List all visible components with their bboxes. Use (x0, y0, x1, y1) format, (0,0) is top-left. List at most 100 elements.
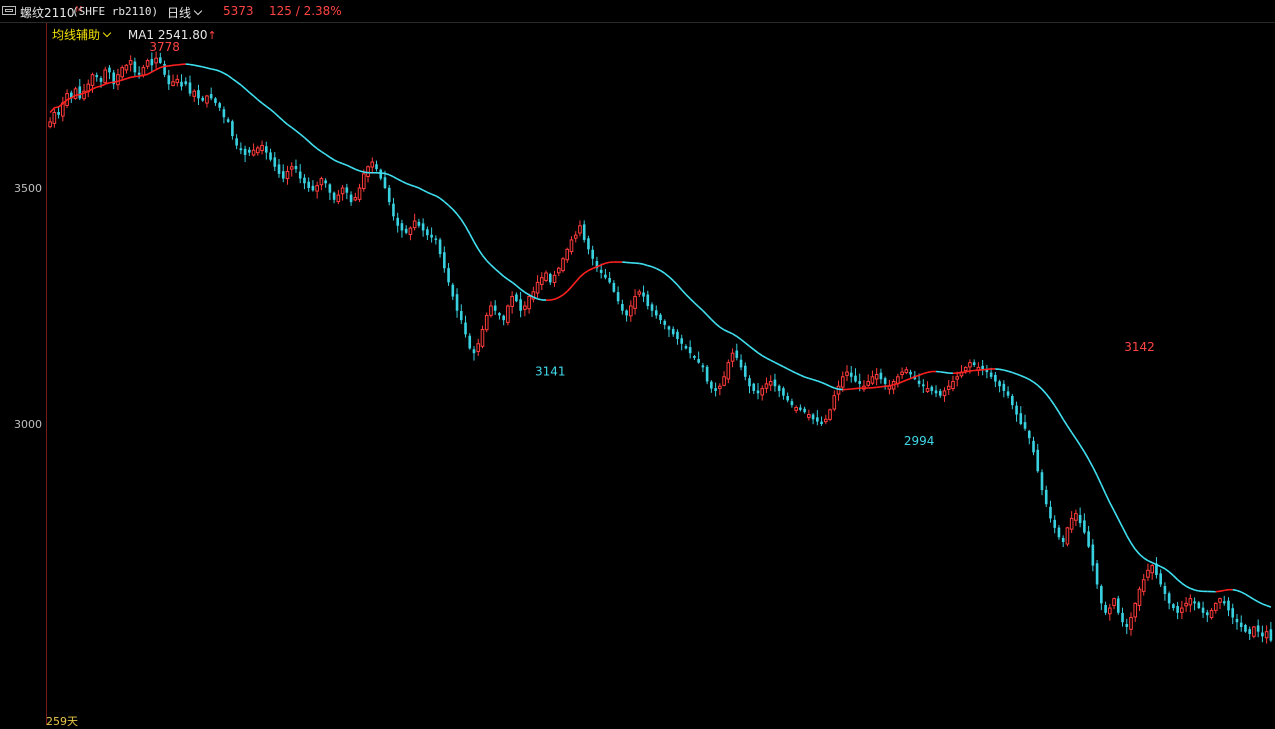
candle-body (193, 91, 196, 96)
candle-body (316, 186, 319, 191)
ma-line-segment (1017, 374, 1021, 376)
ma-line-segment (1097, 476, 1101, 485)
price-annotation: 3142 (1124, 340, 1155, 354)
ma-line-segment (1118, 519, 1122, 527)
ma-line-segment (707, 315, 711, 319)
ma-line-segment (156, 68, 160, 70)
candle-body (447, 268, 450, 282)
ma-line-segment (826, 384, 830, 386)
ma-line-segment (54, 107, 58, 108)
candle-body (536, 282, 539, 293)
candle-body (574, 235, 577, 238)
candle-body (392, 204, 395, 217)
ma-line-segment (788, 369, 792, 371)
ma-line-segment (792, 371, 796, 373)
candle-body (1036, 450, 1039, 471)
ma-line-segment (783, 367, 787, 369)
candle-body (371, 162, 374, 167)
candle-body (1070, 518, 1073, 529)
ma-line-segment (292, 128, 296, 131)
candle-body (456, 294, 459, 311)
candle-body (752, 384, 755, 391)
ma-line-segment (694, 303, 698, 307)
candle-body (591, 250, 594, 259)
candle-body (473, 349, 476, 353)
candle-body (524, 306, 527, 309)
candle-body (464, 323, 467, 335)
candle-body (350, 195, 353, 203)
ma-line-segment (160, 66, 164, 67)
ma-line-segment (724, 330, 728, 332)
indicator-selector[interactable]: 均线辅助 (52, 28, 110, 42)
ma-line-segment (563, 291, 567, 295)
candle-body (1058, 528, 1061, 538)
ma-line-segment (1220, 590, 1224, 591)
ma-line-segment (745, 343, 749, 346)
candle-body (184, 81, 187, 84)
ma-line-segment (580, 273, 584, 277)
ma-line-segment (1165, 569, 1169, 572)
ma-line-segment (296, 131, 300, 134)
candle-body (930, 387, 933, 391)
candle-body (757, 390, 760, 393)
candle-body (273, 157, 276, 166)
candle-body (566, 249, 569, 259)
candle-body (1130, 618, 1133, 630)
candle-body (78, 86, 81, 98)
candle-body (672, 329, 675, 334)
ma-line-segment (703, 311, 707, 315)
candle-body (1248, 629, 1251, 634)
candle-body (1202, 608, 1205, 613)
candle-body (714, 388, 717, 391)
ma-line-segment (347, 165, 351, 167)
kline-chart[interactable]: 3778314129943142 (0, 0, 1275, 725)
ma-line-segment (351, 167, 355, 169)
ma-line-segment (50, 108, 54, 113)
candle-body (354, 197, 357, 199)
price-annotation: 3141 (535, 364, 566, 378)
y-tick-3000: 3000 (14, 418, 42, 431)
candle-body (125, 65, 128, 70)
period-selector[interactable]: 日线 (167, 4, 201, 21)
candle-body (290, 167, 293, 169)
candle-body (943, 391, 946, 396)
candle-body (439, 240, 442, 255)
ma-line-segment (304, 138, 308, 142)
window-icon[interactable] (2, 6, 16, 15)
candle-body (1265, 632, 1268, 638)
candle-body (1151, 566, 1154, 573)
ma-line-segment (919, 374, 923, 376)
ma-line-segment (601, 263, 605, 265)
candle-body (1164, 586, 1167, 594)
candle-body (1206, 612, 1209, 615)
ma-line-segment (902, 380, 906, 382)
ma-line-segment (389, 175, 393, 177)
candle-body (1003, 384, 1006, 391)
ma-line-segment (1186, 586, 1190, 588)
candle-body (1015, 406, 1018, 415)
ma-line-segment (436, 196, 440, 198)
ma-line-segment (1144, 558, 1148, 561)
candle-body (223, 109, 226, 117)
candle-body (744, 366, 747, 377)
candle-body (651, 304, 654, 310)
candle-body (362, 174, 365, 189)
ma-line-segment (1050, 399, 1054, 405)
ma-line-segment (1178, 580, 1182, 584)
candle-body (443, 252, 446, 268)
candle-body (735, 351, 738, 358)
ma-line-segment (275, 113, 279, 117)
ma-line-segment (330, 157, 334, 160)
ma-line-segment (711, 319, 715, 323)
candle-body (1223, 601, 1226, 603)
candle-body (935, 390, 938, 393)
ma-line-segment (1173, 576, 1177, 580)
candle-body (545, 273, 548, 280)
ma-line-segment (1042, 389, 1046, 394)
candle-body (244, 149, 247, 155)
ma-line-segment (834, 388, 838, 389)
ma-line-segment (809, 378, 813, 379)
candle-body (803, 409, 806, 412)
ma-line-segment (775, 362, 779, 364)
ma-line-segment (215, 70, 219, 71)
